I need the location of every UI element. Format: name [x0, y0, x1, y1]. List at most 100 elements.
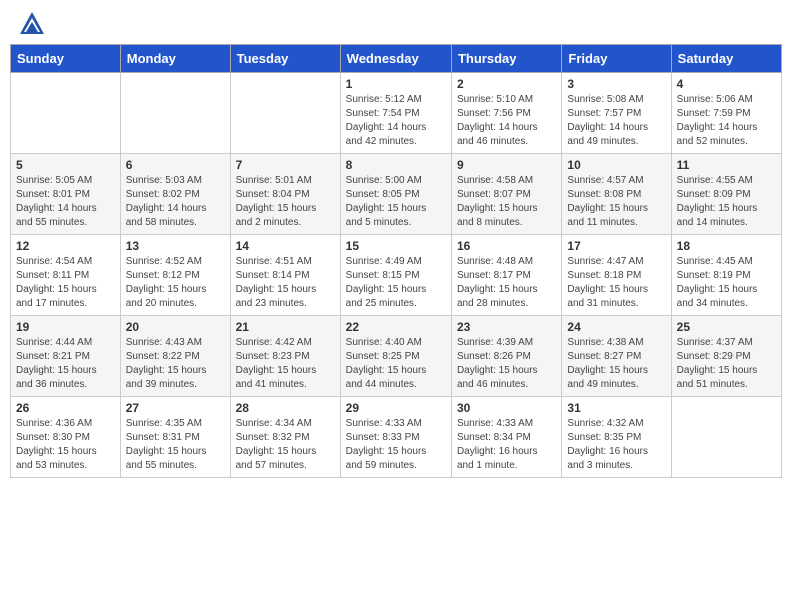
day-of-week-header: Friday [562, 45, 671, 73]
day-number: 2 [457, 77, 556, 91]
calendar-cell: 13 Sunrise: 4:52 AM Sunset: 8:12 PM Dayli… [120, 235, 230, 316]
calendar-cell: 25 Sunrise: 4:37 AM Sunset: 8:29 PM Dayli… [671, 316, 781, 397]
day-number: 16 [457, 239, 556, 253]
day-info: Sunrise: 4:58 AM Sunset: 8:07 PM Dayligh… [457, 174, 556, 230]
calendar-header-row: SundayMondayTuesdayWednesdayThursdayFrid… [11, 45, 782, 73]
day-info: Sunrise: 4:39 AM Sunset: 8:26 PM Dayligh… [457, 336, 556, 392]
calendar-week-row: 12Sunrise: 4:54 AM Sunset: 8:11 PM Dayli… [11, 235, 782, 316]
calendar-cell: 8 Sunrise: 5:00 AM Sunset: 8:05 PM Daylig… [340, 154, 451, 235]
calendar-cell: 28Sunrise: 4:34 AM Sunset: 8:32 PM Dayli… [230, 397, 340, 478]
day-of-week-header: Sunday [11, 45, 121, 73]
day-info: Sunrise: 5:10 AM Sunset: 7:56 PM Dayligh… [457, 93, 556, 149]
calendar-table: SundayMondayTuesdayWednesdayThursdayFrid… [10, 44, 782, 478]
day-of-week-header: Wednesday [340, 45, 451, 73]
calendar-cell: 14 Sunrise: 4:51 AM Sunset: 8:14 PM Dayli… [230, 235, 340, 316]
day-info: Sunrise: 4:43 AM Sunset: 8:22 PM Dayligh… [126, 336, 225, 392]
calendar-cell: 23 Sunrise: 4:39 AM Sunset: 8:26 PM Dayli… [451, 316, 561, 397]
day-info: Sunrise: 4:44 AM Sunset: 8:21 PM Dayligh… [16, 336, 115, 392]
day-info: Sunrise: 4:47 AM Sunset: 8:18 PM Dayligh… [567, 255, 665, 311]
calendar-cell: 1 Sunrise: 5:12 AM Sunset: 7:54 PM Daylig… [340, 73, 451, 154]
day-number: 25 [677, 320, 776, 334]
calendar-cell: 24 Sunrise: 4:38 AM Sunset: 8:27 PM Dayli… [562, 316, 671, 397]
calendar-cell: 29 Sunrise: 4:33 AM Sunset: 8:33 PM Dayli… [340, 397, 451, 478]
day-number: 23 [457, 320, 556, 334]
day-number: 15 [346, 239, 446, 253]
day-number: 1 [346, 77, 446, 91]
calendar-cell [671, 397, 781, 478]
page-header [10, 10, 782, 38]
calendar-cell: 11 Sunrise: 4:55 AM Sunset: 8:09 PM Dayli… [671, 154, 781, 235]
calendar-cell [230, 73, 340, 154]
day-number: 20 [126, 320, 225, 334]
calendar-cell: 26 Sunrise: 4:36 AM Sunset: 8:30 PM Dayli… [11, 397, 121, 478]
day-number: 14 [236, 239, 335, 253]
day-number: 9 [457, 158, 556, 172]
calendar-cell: 9 Sunrise: 4:58 AM Sunset: 8:07 PM Daylig… [451, 154, 561, 235]
day-number: 24 [567, 320, 665, 334]
day-info: Sunrise: 4:48 AM Sunset: 8:17 PM Dayligh… [457, 255, 556, 311]
day-number: 22 [346, 320, 446, 334]
calendar-cell: 4Sunrise: 5:06 AM Sunset: 7:59 PM Daylig… [671, 73, 781, 154]
day-number: 17 [567, 239, 665, 253]
calendar-cell [11, 73, 121, 154]
day-number: 12 [16, 239, 115, 253]
calendar-cell: 21 Sunrise: 4:42 AM Sunset: 8:23 PM Dayli… [230, 316, 340, 397]
calendar-cell: 3 Sunrise: 5:08 AM Sunset: 7:57 PM Daylig… [562, 73, 671, 154]
calendar-cell: 17 Sunrise: 4:47 AM Sunset: 8:18 PM Dayli… [562, 235, 671, 316]
calendar-cell: 12Sunrise: 4:54 AM Sunset: 8:11 PM Dayli… [11, 235, 121, 316]
day-of-week-header: Tuesday [230, 45, 340, 73]
day-number: 26 [16, 401, 115, 415]
day-info: Sunrise: 4:36 AM Sunset: 8:30 PM Dayligh… [16, 417, 115, 473]
day-info: Sunrise: 5:03 AM Sunset: 8:02 PM Dayligh… [126, 174, 225, 230]
calendar-cell: 30 Sunrise: 4:33 AM Sunset: 8:34 PM Dayli… [451, 397, 561, 478]
calendar-cell: 2 Sunrise: 5:10 AM Sunset: 7:56 PM Daylig… [451, 73, 561, 154]
day-number: 3 [567, 77, 665, 91]
day-number: 7 [236, 158, 335, 172]
calendar-cell: 16 Sunrise: 4:48 AM Sunset: 8:17 PM Dayli… [451, 235, 561, 316]
day-info: Sunrise: 5:06 AM Sunset: 7:59 PM Dayligh… [677, 93, 776, 149]
day-of-week-header: Thursday [451, 45, 561, 73]
logo-icon [18, 10, 46, 38]
calendar-week-row: 26 Sunrise: 4:36 AM Sunset: 8:30 PM Dayli… [11, 397, 782, 478]
day-info: Sunrise: 5:12 AM Sunset: 7:54 PM Dayligh… [346, 93, 446, 149]
day-of-week-header: Saturday [671, 45, 781, 73]
day-info: Sunrise: 4:52 AM Sunset: 8:12 PM Dayligh… [126, 255, 225, 311]
day-number: 27 [126, 401, 225, 415]
day-number: 11 [677, 158, 776, 172]
day-info: Sunrise: 4:57 AM Sunset: 8:08 PM Dayligh… [567, 174, 665, 230]
calendar-cell: 18 Sunrise: 4:45 AM Sunset: 8:19 PM Dayli… [671, 235, 781, 316]
day-info: Sunrise: 4:45 AM Sunset: 8:19 PM Dayligh… [677, 255, 776, 311]
day-number: 18 [677, 239, 776, 253]
day-info: Sunrise: 4:37 AM Sunset: 8:29 PM Dayligh… [677, 336, 776, 392]
calendar-cell: 22 Sunrise: 4:40 AM Sunset: 8:25 PM Dayli… [340, 316, 451, 397]
day-info: Sunrise: 4:33 AM Sunset: 8:33 PM Dayligh… [346, 417, 446, 473]
day-of-week-header: Monday [120, 45, 230, 73]
day-number: 31 [567, 401, 665, 415]
day-info: Sunrise: 4:42 AM Sunset: 8:23 PM Dayligh… [236, 336, 335, 392]
day-number: 29 [346, 401, 446, 415]
day-info: Sunrise: 5:00 AM Sunset: 8:05 PM Dayligh… [346, 174, 446, 230]
day-number: 8 [346, 158, 446, 172]
day-info: Sunrise: 4:35 AM Sunset: 8:31 PM Dayligh… [126, 417, 225, 473]
day-info: Sunrise: 4:51 AM Sunset: 8:14 PM Dayligh… [236, 255, 335, 311]
day-info: Sunrise: 4:55 AM Sunset: 8:09 PM Dayligh… [677, 174, 776, 230]
day-info: Sunrise: 5:08 AM Sunset: 7:57 PM Dayligh… [567, 93, 665, 149]
day-number: 10 [567, 158, 665, 172]
calendar-week-row: 5 Sunrise: 5:05 AM Sunset: 8:01 PM Daylig… [11, 154, 782, 235]
calendar-cell: 19Sunrise: 4:44 AM Sunset: 8:21 PM Dayli… [11, 316, 121, 397]
day-number: 5 [16, 158, 115, 172]
day-info: Sunrise: 4:38 AM Sunset: 8:27 PM Dayligh… [567, 336, 665, 392]
calendar-cell: 5 Sunrise: 5:05 AM Sunset: 8:01 PM Daylig… [11, 154, 121, 235]
logo [14, 10, 46, 38]
day-info: Sunrise: 4:33 AM Sunset: 8:34 PM Dayligh… [457, 417, 556, 473]
day-number: 21 [236, 320, 335, 334]
calendar-cell: 10 Sunrise: 4:57 AM Sunset: 8:08 PM Dayli… [562, 154, 671, 235]
calendar-cell: 27 Sunrise: 4:35 AM Sunset: 8:31 PM Dayli… [120, 397, 230, 478]
day-info: Sunrise: 5:01 AM Sunset: 8:04 PM Dayligh… [236, 174, 335, 230]
day-info: Sunrise: 5:05 AM Sunset: 8:01 PM Dayligh… [16, 174, 115, 230]
day-number: 30 [457, 401, 556, 415]
day-number: 13 [126, 239, 225, 253]
day-info: Sunrise: 4:49 AM Sunset: 8:15 PM Dayligh… [346, 255, 446, 311]
calendar-week-row: 1 Sunrise: 5:12 AM Sunset: 7:54 PM Daylig… [11, 73, 782, 154]
day-info: Sunrise: 4:40 AM Sunset: 8:25 PM Dayligh… [346, 336, 446, 392]
